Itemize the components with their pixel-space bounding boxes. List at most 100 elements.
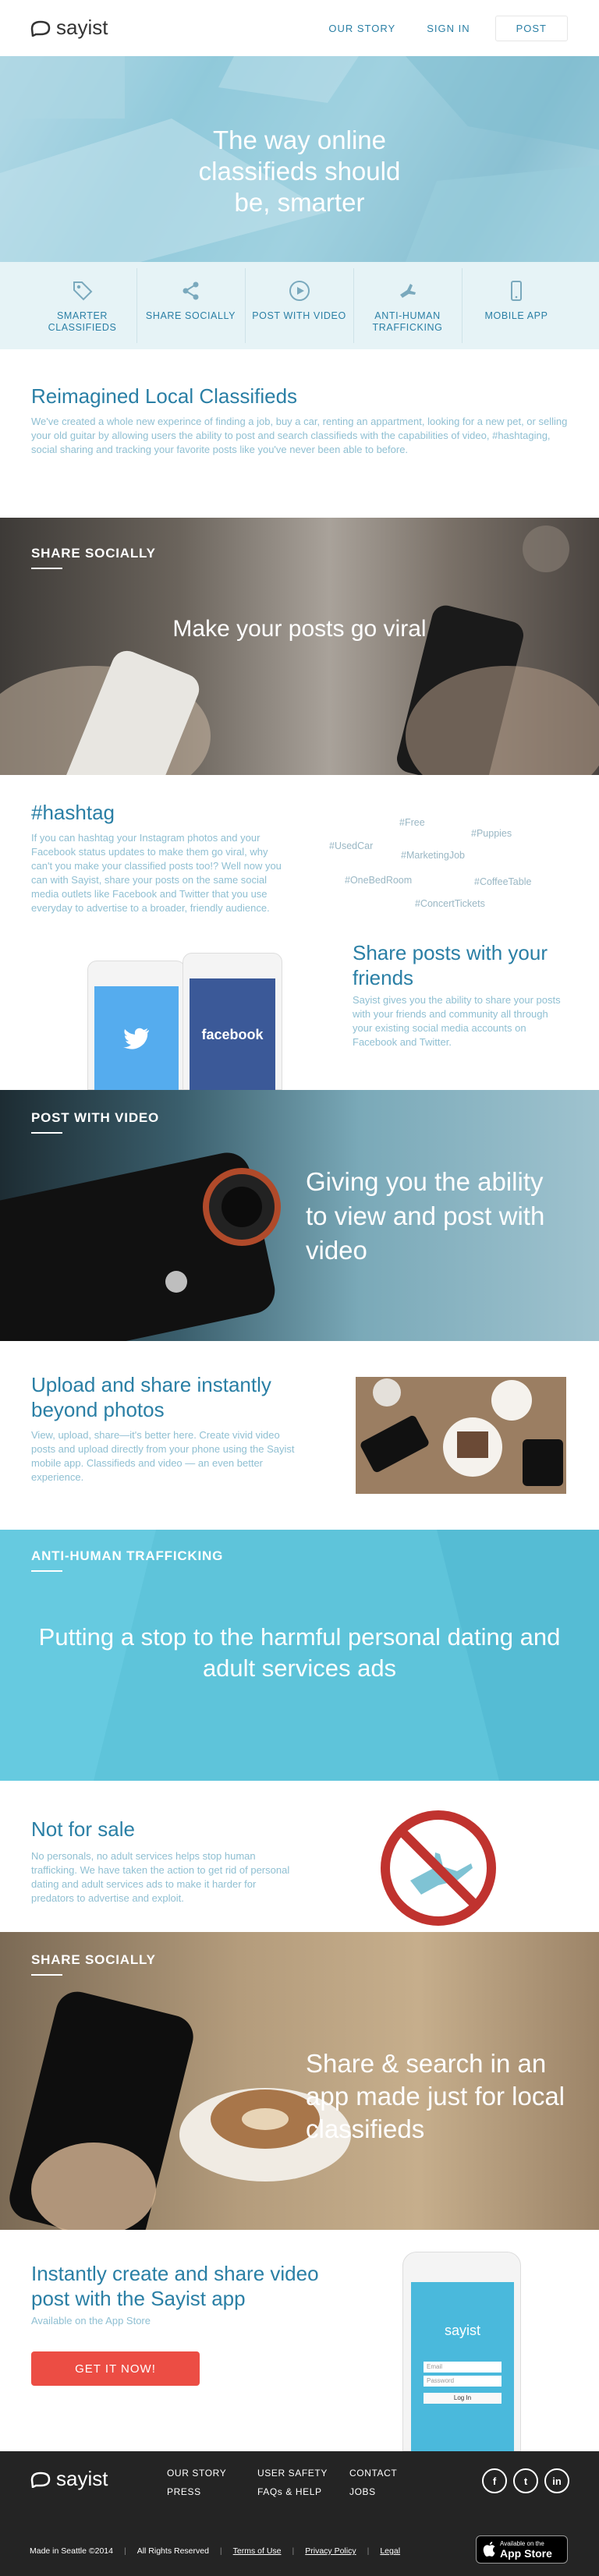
- twitter-bird-icon: [123, 1028, 149, 1049]
- anti-trafficking-banner: ANTI-HUMAN TRAFFICKING Putting a stop to…: [0, 1530, 599, 1781]
- feature-label: ANTI-HUMAN TRAFFICKING: [372, 310, 443, 333]
- feature-label: POST WITH VIDEO: [252, 310, 346, 321]
- share-socially-title: Make your posts go viral: [172, 616, 427, 642]
- tag-marketingjob: #MarketingJob: [401, 850, 465, 861]
- reimagined-title: Reimagined Local Classifieds: [31, 384, 298, 408]
- twitter-screen: [94, 986, 179, 1091]
- tag-concerttickets: #ConcertTickets: [415, 898, 485, 909]
- upload-body: View, upload, share—it's better here. Cr…: [31, 1429, 295, 1483]
- feature-label: SHARE SOCIALLY: [145, 310, 236, 321]
- app-phone-logo: sayist: [444, 2323, 480, 2338]
- tag-onebedroom: #OneBedRoom: [345, 875, 413, 886]
- post-button[interactable]: POST: [494, 16, 568, 41]
- footer-separator: |: [292, 2546, 295, 2556]
- mobile-icon: [511, 281, 522, 301]
- logo-text: sayist: [56, 16, 108, 39]
- footer-rights: All Rights Reserved: [136, 2546, 209, 2556]
- feature-label: SMARTER CLASSIFIEDS: [48, 310, 117, 333]
- app-phone-email: Email: [424, 2362, 502, 2373]
- not-for-sale-title: Not for sale: [31, 1817, 135, 1841]
- hashtag-title: #hashtag: [31, 801, 115, 824]
- twitter-icon[interactable]: t: [513, 2468, 538, 2493]
- app-phone-password: Password: [424, 2376, 502, 2387]
- anti-trafficking-label: ANTI-HUMAN TRAFFICKING: [31, 1548, 223, 1572]
- app-store-badge[interactable]: Available on the App Store: [476, 2535, 568, 2564]
- feature-share-socially[interactable]: SHARE SOCIALLY: [137, 268, 246, 343]
- feature-post-with-video[interactable]: POST WITH VIDEO: [246, 268, 354, 343]
- share-search-banner: SHARE SOCIALLY Share & search in an app …: [0, 1932, 599, 2230]
- footer-user-safety[interactable]: USER SAFETY: [257, 2464, 328, 2482]
- no-trafficking-icon: [399, 284, 416, 298]
- get-it-now-button[interactable]: GET IT NOW!: [31, 2351, 200, 2386]
- app-store-text: Available on the App Store: [500, 2540, 552, 2560]
- app-store-big: App Store: [500, 2546, 552, 2560]
- post-with-video-label: POST WITH VIDEO: [31, 1110, 159, 1134]
- footer-made-in: Made in Seattle ©2014: [30, 2546, 113, 2556]
- top-nav: OUR STORY SIGN IN POST: [313, 16, 568, 41]
- feature-label: MOBILE APP: [484, 310, 548, 321]
- footer-press[interactable]: PRESS: [167, 2482, 226, 2501]
- footer-separator: |: [367, 2546, 370, 2556]
- footer-separator: |: [123, 2546, 126, 2556]
- footer-our-story[interactable]: OUR STORY: [167, 2464, 226, 2482]
- share-posts-title: Share posts with your friends: [353, 941, 548, 989]
- tag-usedcar: #UsedCar: [329, 840, 374, 851]
- phone-mockup-left: [87, 961, 186, 1091]
- footer-terms-link[interactable]: Terms of Use: [233, 2546, 282, 2556]
- app-subtitle: Available on the App Store: [31, 2315, 151, 2327]
- feature-smarter-classifieds[interactable]: SMARTER CLASSIFIEDS: [29, 268, 137, 343]
- facebook-screen: facebook: [190, 978, 275, 1091]
- feature-bar: SMARTER CLASSIFIEDS SHARE SOCIALLY POST …: [0, 262, 599, 349]
- upload-title: Upload and share instantly beyond photos: [31, 1373, 271, 1421]
- footer-separator: |: [219, 2546, 222, 2556]
- footer-contact[interactable]: CONTACT: [349, 2464, 397, 2482]
- hero-title: The way online classifieds should be, sm…: [198, 126, 401, 217]
- facebook-icon[interactable]: f: [482, 2468, 507, 2493]
- footer: sayist OUR STORY PRESS USER SAFETY FAQs …: [0, 2451, 599, 2576]
- app-phone-login: Log In: [424, 2393, 502, 2404]
- share-socially-banner: SHARE SOCIALLY Make your posts go viral: [0, 518, 599, 775]
- tag-free: #Free: [399, 817, 425, 828]
- share-socially-label: SHARE SOCIALLY: [31, 546, 156, 569]
- share-posts-body: Sayist gives you the ability to share yo…: [353, 994, 561, 1048]
- post-with-video-title: Giving you the ability to view and post …: [306, 1167, 545, 1265]
- nav-our-story[interactable]: OUR STORY: [313, 16, 411, 41]
- share-search-title: Share & search in an app made just for l…: [306, 2049, 565, 2143]
- header: sayist OUR STORY SIGN IN POST: [0, 0, 599, 56]
- tag-coffeetable: #CoffeeTable: [474, 876, 532, 887]
- anti-trafficking-title: Putting a stop to the harmful personal d…: [38, 1623, 561, 1682]
- hashtag-body: If you can hashtag your Instagram photos…: [31, 832, 282, 914]
- feature-mobile-app[interactable]: MOBILE APP: [463, 268, 571, 343]
- not-for-sale-body: No personals, no adult services helps st…: [31, 1850, 290, 1904]
- post-with-video-banner: POST WITH VIDEO Giving you the ability t…: [0, 1090, 599, 1341]
- apple-icon: [483, 2542, 495, 2557]
- sayist-logo[interactable]: sayist: [30, 16, 108, 40]
- app-phone-mockup: sayist Email Password Log In: [402, 2252, 521, 2452]
- linkedin-icon[interactable]: in: [544, 2468, 569, 2493]
- tag-icon: [73, 281, 92, 301]
- app-store-small: Available on the: [500, 2539, 544, 2547]
- footer-faqs[interactable]: FAQs & HELP: [257, 2482, 328, 2501]
- tag-puppies: #Puppies: [471, 828, 512, 839]
- app-phone-screen: sayist Email Password Log In: [411, 2282, 514, 2452]
- footer-logo[interactable]: sayist: [30, 2467, 108, 2491]
- feature-anti-human-trafficking[interactable]: ANTI-HUMAN TRAFFICKING: [354, 268, 463, 343]
- play-icon: [289, 281, 310, 301]
- no-hand-icon: [381, 1810, 496, 1926]
- footer-col-2: USER SAFETY FAQs & HELP: [257, 2464, 328, 2501]
- social-links: f t in: [482, 2468, 569, 2493]
- share-search-label: SHARE SOCIALLY: [31, 1952, 156, 1976]
- reimagined-body: We've created a whole new experince of f…: [31, 416, 568, 455]
- share-icon: [183, 281, 198, 300]
- footer-col-3: CONTACT JOBS: [349, 2464, 397, 2501]
- footer-bottom: Made in Seattle ©2014 | All Rights Reser…: [30, 2546, 400, 2556]
- footer-privacy-link[interactable]: Privacy Policy: [305, 2546, 356, 2556]
- speech-logo-icon: [30, 2472, 51, 2488]
- speech-logo-icon: [30, 20, 51, 37]
- footer-jobs[interactable]: JOBS: [349, 2482, 397, 2501]
- nav-sign-in[interactable]: SIGN IN: [411, 16, 485, 41]
- phone-mockup-right: facebook: [183, 953, 282, 1091]
- footer-legal-link[interactable]: Legal: [380, 2546, 400, 2556]
- footer-logo-text: sayist: [56, 2467, 108, 2490]
- hero-banner: The way online classifieds should be, sm…: [0, 56, 599, 262]
